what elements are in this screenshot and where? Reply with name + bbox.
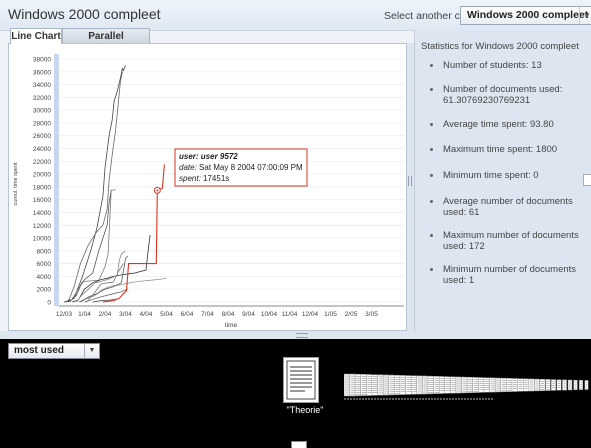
x-tick-label: 6/04 [181, 311, 194, 318]
highlighted-series-line[interactable] [102, 164, 165, 303]
svg-text:spent: 17451s: spent: 17451s [179, 174, 229, 183]
y-tick-label: 30000 [33, 108, 51, 115]
top-bar: Windows 2000 compleet Select another cou… [0, 0, 591, 31]
course-select[interactable]: Windows 2000 compleet ▼ [460, 6, 591, 25]
x-tick-label: 1/05 [324, 311, 337, 318]
x-tick-label: 1/04 [78, 311, 91, 318]
line-chart[interactable]: 0 2000 4000 6000 8000 10000 12000 14000 16000 180… [9, 44, 406, 330]
tab-line-chart[interactable]: Line Chart [10, 28, 62, 44]
y-tick-label: 38000 [33, 57, 51, 64]
x-tick-label: 3/04 [119, 311, 132, 318]
page-title: Windows 2000 compleet [8, 6, 161, 22]
y-tick-label: 22000 [33, 159, 51, 166]
document-thumbnail[interactable] [556, 379, 562, 391]
y-tick-label: 14000 [33, 210, 51, 217]
y-tick-label: 36000 [33, 69, 51, 76]
x-tick-label: 4/04 [140, 311, 153, 318]
y-axis-label: cumul. time spent [13, 162, 19, 206]
y-tick-label: 18000 [33, 184, 51, 191]
document-thumbnail[interactable] [584, 380, 589, 390]
sort-select[interactable]: most used ▼ [8, 343, 100, 359]
chevron-down-icon: ▼ [579, 7, 591, 24]
series-line[interactable] [72, 234, 151, 303]
x-tick-label: 2/05 [345, 311, 358, 318]
vertical-splitter[interactable] [407, 43, 414, 331]
x-axis-label: time [225, 322, 238, 329]
x-tick-label: 11/04 [282, 311, 298, 318]
y-tick-label: 10000 [33, 236, 51, 243]
chevron-down-icon: ▼ [84, 344, 99, 358]
x-tick-label: 7/04 [201, 311, 214, 318]
y-tick-label: 4000 [37, 274, 52, 281]
y-tick-label: 24000 [33, 146, 51, 153]
document-thumbnail[interactable] [562, 379, 567, 391]
line-chart-panel: 0 2000 4000 6000 8000 10000 12000 14000 16000 180… [8, 43, 407, 331]
splitter-grip-icon [408, 176, 412, 186]
svg-text:user: user 9572: user: user 9572 [179, 152, 238, 161]
x-tick-label: 3/05 [365, 311, 378, 318]
stat-average-documents: Average number of documents used: 61 [425, 196, 587, 218]
document-thumbnail[interactable] [567, 379, 573, 391]
y-tick-label: 26000 [33, 133, 51, 140]
stat-minimum-documents: Minimum number of documents used: 1 [425, 264, 587, 286]
selected-data-point-center [156, 189, 159, 192]
document-thumbnail-strip[interactable] [343, 365, 591, 408]
horizontal-splitter[interactable] [0, 331, 591, 339]
stat-minimum-time: Minimum time spent: 0 [425, 170, 539, 181]
y-tick-label: 0 [47, 300, 51, 307]
course-select-value: Windows 2000 compleet [467, 9, 589, 21]
y-tick-label: 2000 [37, 287, 52, 294]
tab-parallel-coordinates[interactable]: Parallel Coordinates [62, 28, 150, 57]
y-axis-scroll-strip [54, 54, 59, 306]
stats-scroll-button[interactable] [583, 174, 591, 186]
stat-average-time: Average time spent: 93.80 [425, 119, 554, 130]
stat-documents-used: Number of documents used: 61.30769230769… [425, 84, 587, 106]
series-line[interactable] [78, 277, 167, 303]
statistics-title: Statistics for Windows 2000 compleet [421, 41, 579, 52]
stat-maximum-time: Maximum time spent: 1800 [425, 144, 557, 155]
x-tick-label: 5/04 [160, 311, 173, 318]
y-tick-label: 8000 [37, 248, 52, 255]
x-tick-label: 12/04 [302, 311, 319, 318]
y-tick-label: 20000 [33, 172, 51, 179]
y-tick-label: 32000 [33, 95, 51, 102]
document-thumbnail[interactable] [550, 379, 557, 391]
x-tick-label: 12/03 [56, 311, 73, 318]
y-tick-label: 6000 [37, 261, 52, 268]
svg-text:date: Sat May 8 2004 07:00:09: date: Sat May 8 2004 07:00:09 PM [179, 163, 303, 172]
x-tick-label: 9/04 [242, 311, 255, 318]
document-thumbnail[interactable] [573, 379, 578, 391]
document-thumbnail[interactable] [539, 379, 546, 391]
data-tooltip: user: user 9572 date: Sat May 8 2004 07:… [174, 148, 308, 187]
stat-maximum-documents: Maximum number of documents used: 172 [425, 230, 587, 252]
x-tick-label: 2/04 [99, 311, 112, 318]
stat-students: Number of students: 13 [425, 60, 542, 71]
sort-select-value: most used [14, 345, 65, 356]
y-tick-label: 28000 [33, 120, 51, 127]
x-tick-label: 8/04 [222, 311, 235, 318]
statistics-panel: Statistics for Windows 2000 compleet Num… [414, 30, 591, 338]
x-tick-label: 10/04 [261, 311, 278, 318]
document-label: "Theorie" [286, 405, 324, 415]
splitter-grip-icon [296, 333, 308, 338]
y-tick-label: 12000 [33, 223, 51, 230]
document-icon[interactable] [283, 357, 319, 406]
y-tick-label: 34000 [33, 82, 51, 89]
y-tick-label: 16000 [33, 197, 51, 204]
bottom-scroll-button[interactable] [291, 441, 307, 448]
document-thumbnail[interactable] [545, 379, 551, 391]
